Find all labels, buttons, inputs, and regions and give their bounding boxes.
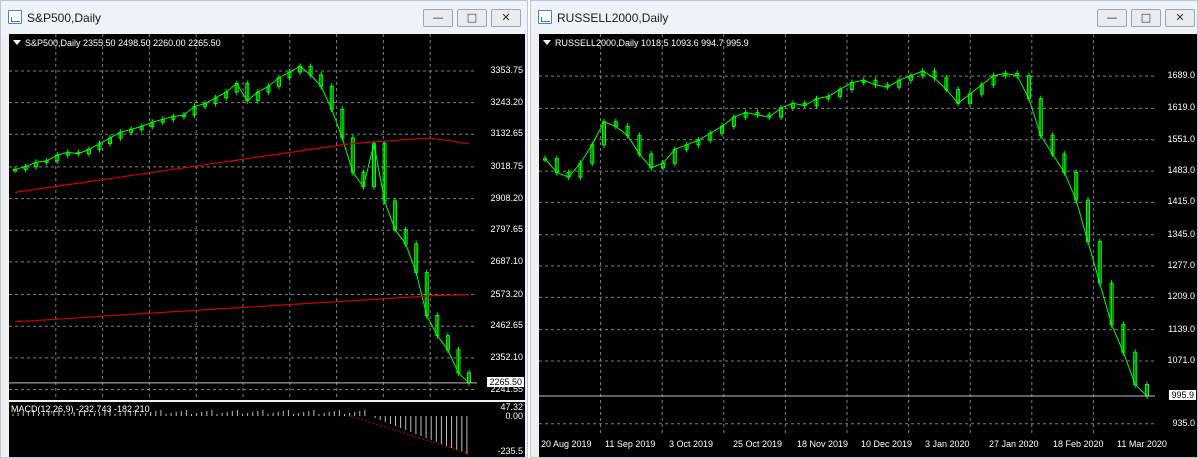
close-line: [14, 65, 470, 384]
y-tick-label: 2687.10: [490, 255, 523, 266]
russell-price-chart[interactable]: RUSSELL2000,Daily 1018.5 1093.6 994.7 99…: [539, 34, 1155, 434]
macd-axis: 47.32 0.00 -235.5: [477, 402, 525, 457]
y-tick-label: 1619.0: [1167, 102, 1195, 113]
sp500-titlebar[interactable]: S&P500,Daily — □ ✕: [1, 1, 527, 34]
x-tick-label: 11 Mar 2020: [1117, 439, 1167, 449]
russell-window: RUSSELL2000,Daily — □ ✕ RUSSELL2000,Dail…: [530, 0, 1198, 458]
y-tick-label: 1139.0: [1168, 323, 1195, 334]
y-tick-label: 1551.0: [1167, 133, 1195, 144]
moving-average-line-ma_short: [14, 137, 470, 193]
macd-signal-line: [349, 415, 468, 454]
chart-header: RUSSELL2000,Daily 1018.5 1093.6 994.7 99…: [543, 38, 749, 48]
macd-panel[interactable]: MACD(12,26,9) -232.743 -182.210: [9, 402, 477, 457]
close-line: [544, 70, 1148, 397]
y-tick-label: 935.0: [1172, 417, 1195, 428]
x-tick-label: 10 Dec 2019: [861, 439, 913, 449]
sp500-svg: [9, 34, 477, 400]
y-tick-label: 3018.75: [490, 160, 523, 171]
y-tick-label: 3132.65: [490, 128, 523, 139]
x-tick-label: 3 Jan 2020: [925, 439, 970, 449]
current-price-label: 2265.50: [487, 376, 524, 387]
y-tick-label: 1415.0: [1167, 196, 1195, 207]
x-tick-label: 18 Feb 2020: [1053, 439, 1104, 449]
minimize-button[interactable]: —: [423, 9, 453, 27]
y-tick-label: 1209.0: [1167, 291, 1195, 302]
y-tick-label: 2908.20: [490, 192, 523, 203]
macd-ytick: 0.00: [505, 411, 523, 421]
current-price-label: 995.9: [1169, 390, 1196, 401]
minimize-button[interactable]: —: [1097, 9, 1127, 27]
x-tick-label: 27 Jan 2020: [989, 439, 1039, 449]
sp500-price-axis: 3353.75 3243.20 3132.65 3018.75 2908.20 2797.…: [477, 34, 525, 400]
y-tick-label: 1071.0: [1167, 355, 1195, 365]
close-button[interactable]: ✕: [491, 9, 521, 27]
russell-price-axis: 1689.0 1619.0 1551.0 1483.0 1415.0 1345.0 1277…: [1155, 34, 1197, 434]
y-tick-label: 1345.0: [1167, 228, 1195, 239]
y-tick-label: 3353.75: [490, 64, 523, 75]
x-tick-label: 20 Aug 2019: [541, 439, 592, 449]
russell-time-axis: 20 Aug 2019 11 Sep 2019 3 Oct 2019 25 Oct 2…: [539, 434, 1197, 457]
x-tick-label: 3 Oct 2019: [669, 439, 714, 449]
x-tick-label: 11 Sep 2019: [605, 439, 656, 449]
x-tick-label: 18 Nov 2019: [797, 439, 849, 449]
y-tick-label: 1277.0: [1167, 260, 1195, 271]
chart-header-text: RUSSELL2000,Daily 1018.5 1093.6 994.7 99…: [555, 38, 749, 48]
russell-titlebar[interactable]: RUSSELL2000,Daily — □ ✕: [531, 1, 1197, 34]
moving-average-line-ma_long: [14, 294, 470, 323]
chart-header: S&P500,Daily 2355.50 2498.50 2260.00 226…: [13, 38, 221, 48]
x-tick-label: 25 Oct 2019: [733, 439, 783, 449]
y-tick-label: 1689.0: [1167, 70, 1195, 81]
dropdown-triangle-icon: [13, 40, 21, 45]
chart-window-icon: [8, 10, 22, 24]
sp500-window: S&P500,Daily — □ ✕ S&P500,Daily 2355.50 …: [0, 0, 528, 458]
window-title: RUSSELL2000,Daily: [557, 11, 669, 25]
restore-button[interactable]: □: [457, 9, 487, 27]
y-tick-label: 2797.65: [490, 224, 523, 235]
chart-window-icon: [538, 10, 552, 24]
chart-header-text: S&P500,Daily 2355.50 2498.50 2260.00 226…: [25, 38, 221, 48]
y-tick-label: 1483.0: [1167, 165, 1195, 176]
macd-ytick: -235.5: [497, 446, 523, 456]
macd-label: MACD(12,26,9) -232.743 -182.210: [11, 404, 150, 414]
dropdown-triangle-icon: [543, 40, 551, 45]
y-tick-label: 2573.20: [490, 288, 523, 299]
window-title: S&P500,Daily: [27, 11, 102, 25]
y-tick-label: 3243.20: [490, 96, 523, 107]
y-tick-label: 2462.65: [490, 320, 523, 331]
restore-button[interactable]: □: [1131, 9, 1161, 27]
y-tick-label: 2352.10: [490, 351, 523, 362]
sp500-price-chart[interactable]: S&P500,Daily 2355.50 2498.50 2260.00 226…: [9, 34, 477, 400]
close-button[interactable]: ✕: [1165, 9, 1195, 27]
russell-svg: [539, 34, 1155, 434]
